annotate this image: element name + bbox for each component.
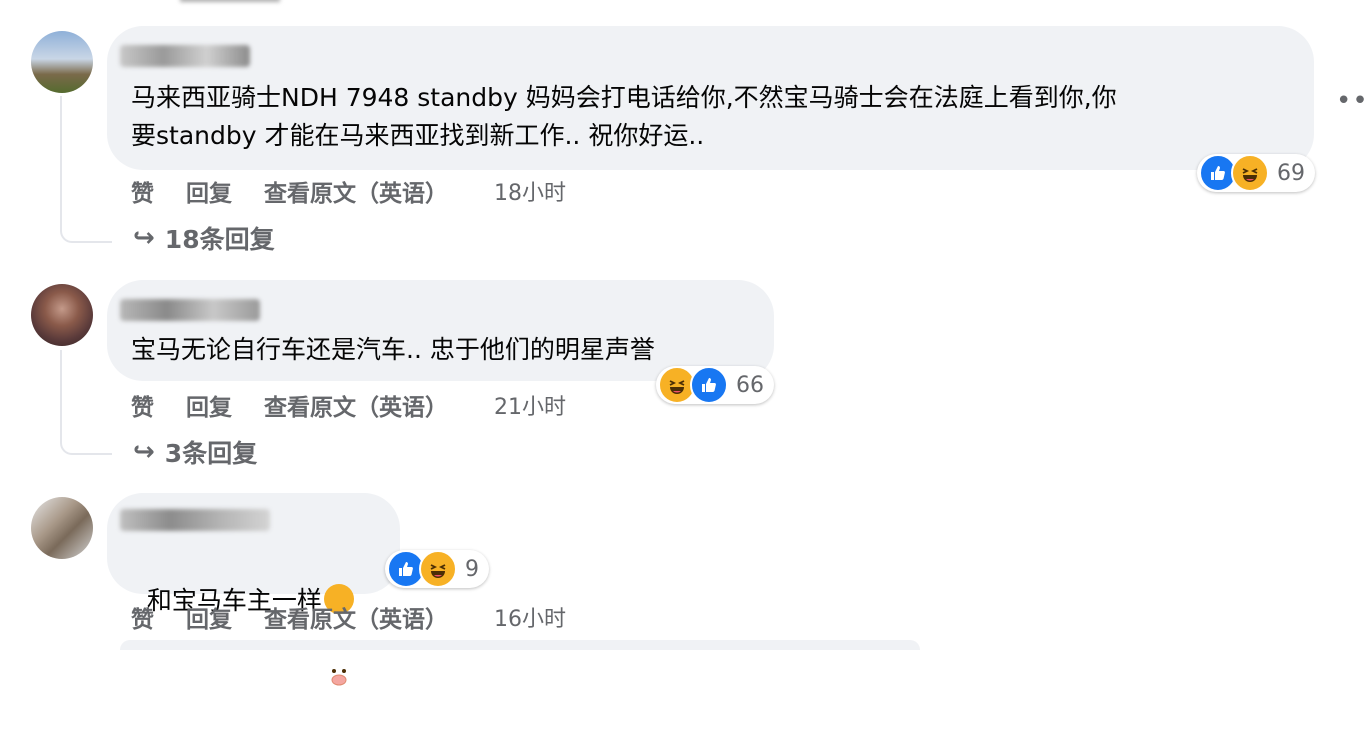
view-replies-button[interactable]: ↪ 3条回复 — [133, 434, 257, 470]
see-original-button[interactable]: 查看原文（英语） — [264, 388, 448, 422]
reply-arrow-icon: ↪ — [133, 437, 155, 467]
commenter-name-blurred[interactable] — [120, 45, 250, 67]
reply-arrow-icon: ↪ — [133, 223, 155, 253]
comment-actions: 赞 回复 查看原文（英语） 18小时 — [131, 174, 598, 208]
comment-text: 马来西亚骑士NDH 7948 standby 妈妈会打电话给你,不然宝马骑士会在… — [131, 83, 1117, 150]
next-comment-bubble-partial — [120, 640, 920, 650]
see-original-button[interactable]: 查看原文（英语） — [264, 174, 448, 208]
view-replies-button[interactable]: ↪ 18条回复 — [133, 220, 275, 256]
more-options-icon[interactable]: ••• — [1336, 86, 1366, 116]
reply-button[interactable]: 回复 — [186, 388, 232, 422]
see-original-button[interactable]: 查看原文（英语） — [264, 600, 448, 634]
timestamp[interactable]: 21小时 — [494, 389, 566, 421]
reaction-summary[interactable]: 69 — [1197, 154, 1315, 192]
like-button[interactable]: 赞 — [131, 388, 154, 422]
timestamp[interactable]: 16小时 — [494, 601, 566, 633]
commenter-name-blurred[interactable] — [120, 299, 260, 321]
timestamp[interactable]: 18小时 — [494, 175, 566, 207]
replies-count-label: 18条回复 — [164, 225, 275, 254]
reaction-count: 69 — [1277, 160, 1305, 186]
reaction-summary[interactable]: 66 — [656, 366, 774, 404]
haha-reaction-icon — [1231, 154, 1269, 192]
reaction-summary[interactable]: 9 — [385, 550, 489, 588]
replies-count-label: 3条回复 — [164, 439, 258, 468]
like-button[interactable]: 赞 — [131, 600, 154, 634]
avatar[interactable] — [31, 497, 93, 559]
like-reaction-icon — [690, 366, 728, 404]
avatar[interactable] — [31, 284, 93, 346]
reaction-count: 9 — [465, 556, 479, 582]
like-button[interactable]: 赞 — [131, 174, 154, 208]
avatar[interactable] — [31, 31, 93, 93]
cropped-text — [180, 0, 280, 2]
thread-line — [60, 350, 112, 455]
reaction-count: 66 — [736, 372, 764, 398]
reply-button[interactable]: 回复 — [186, 600, 232, 634]
reply-button[interactable]: 回复 — [186, 174, 232, 208]
commenter-name-blurred[interactable] — [120, 509, 270, 531]
comment-actions: 赞 回复 查看原文（英语） 21小时 — [131, 388, 598, 422]
comment-actions: 赞 回复 查看原文（英语） 16小时 — [131, 600, 598, 634]
haha-reaction-icon — [419, 550, 457, 588]
thread-line — [60, 96, 112, 243]
comment-text: 宝马无论自行车还是汽车.. 忠于他们的明星声誉 — [131, 335, 655, 364]
